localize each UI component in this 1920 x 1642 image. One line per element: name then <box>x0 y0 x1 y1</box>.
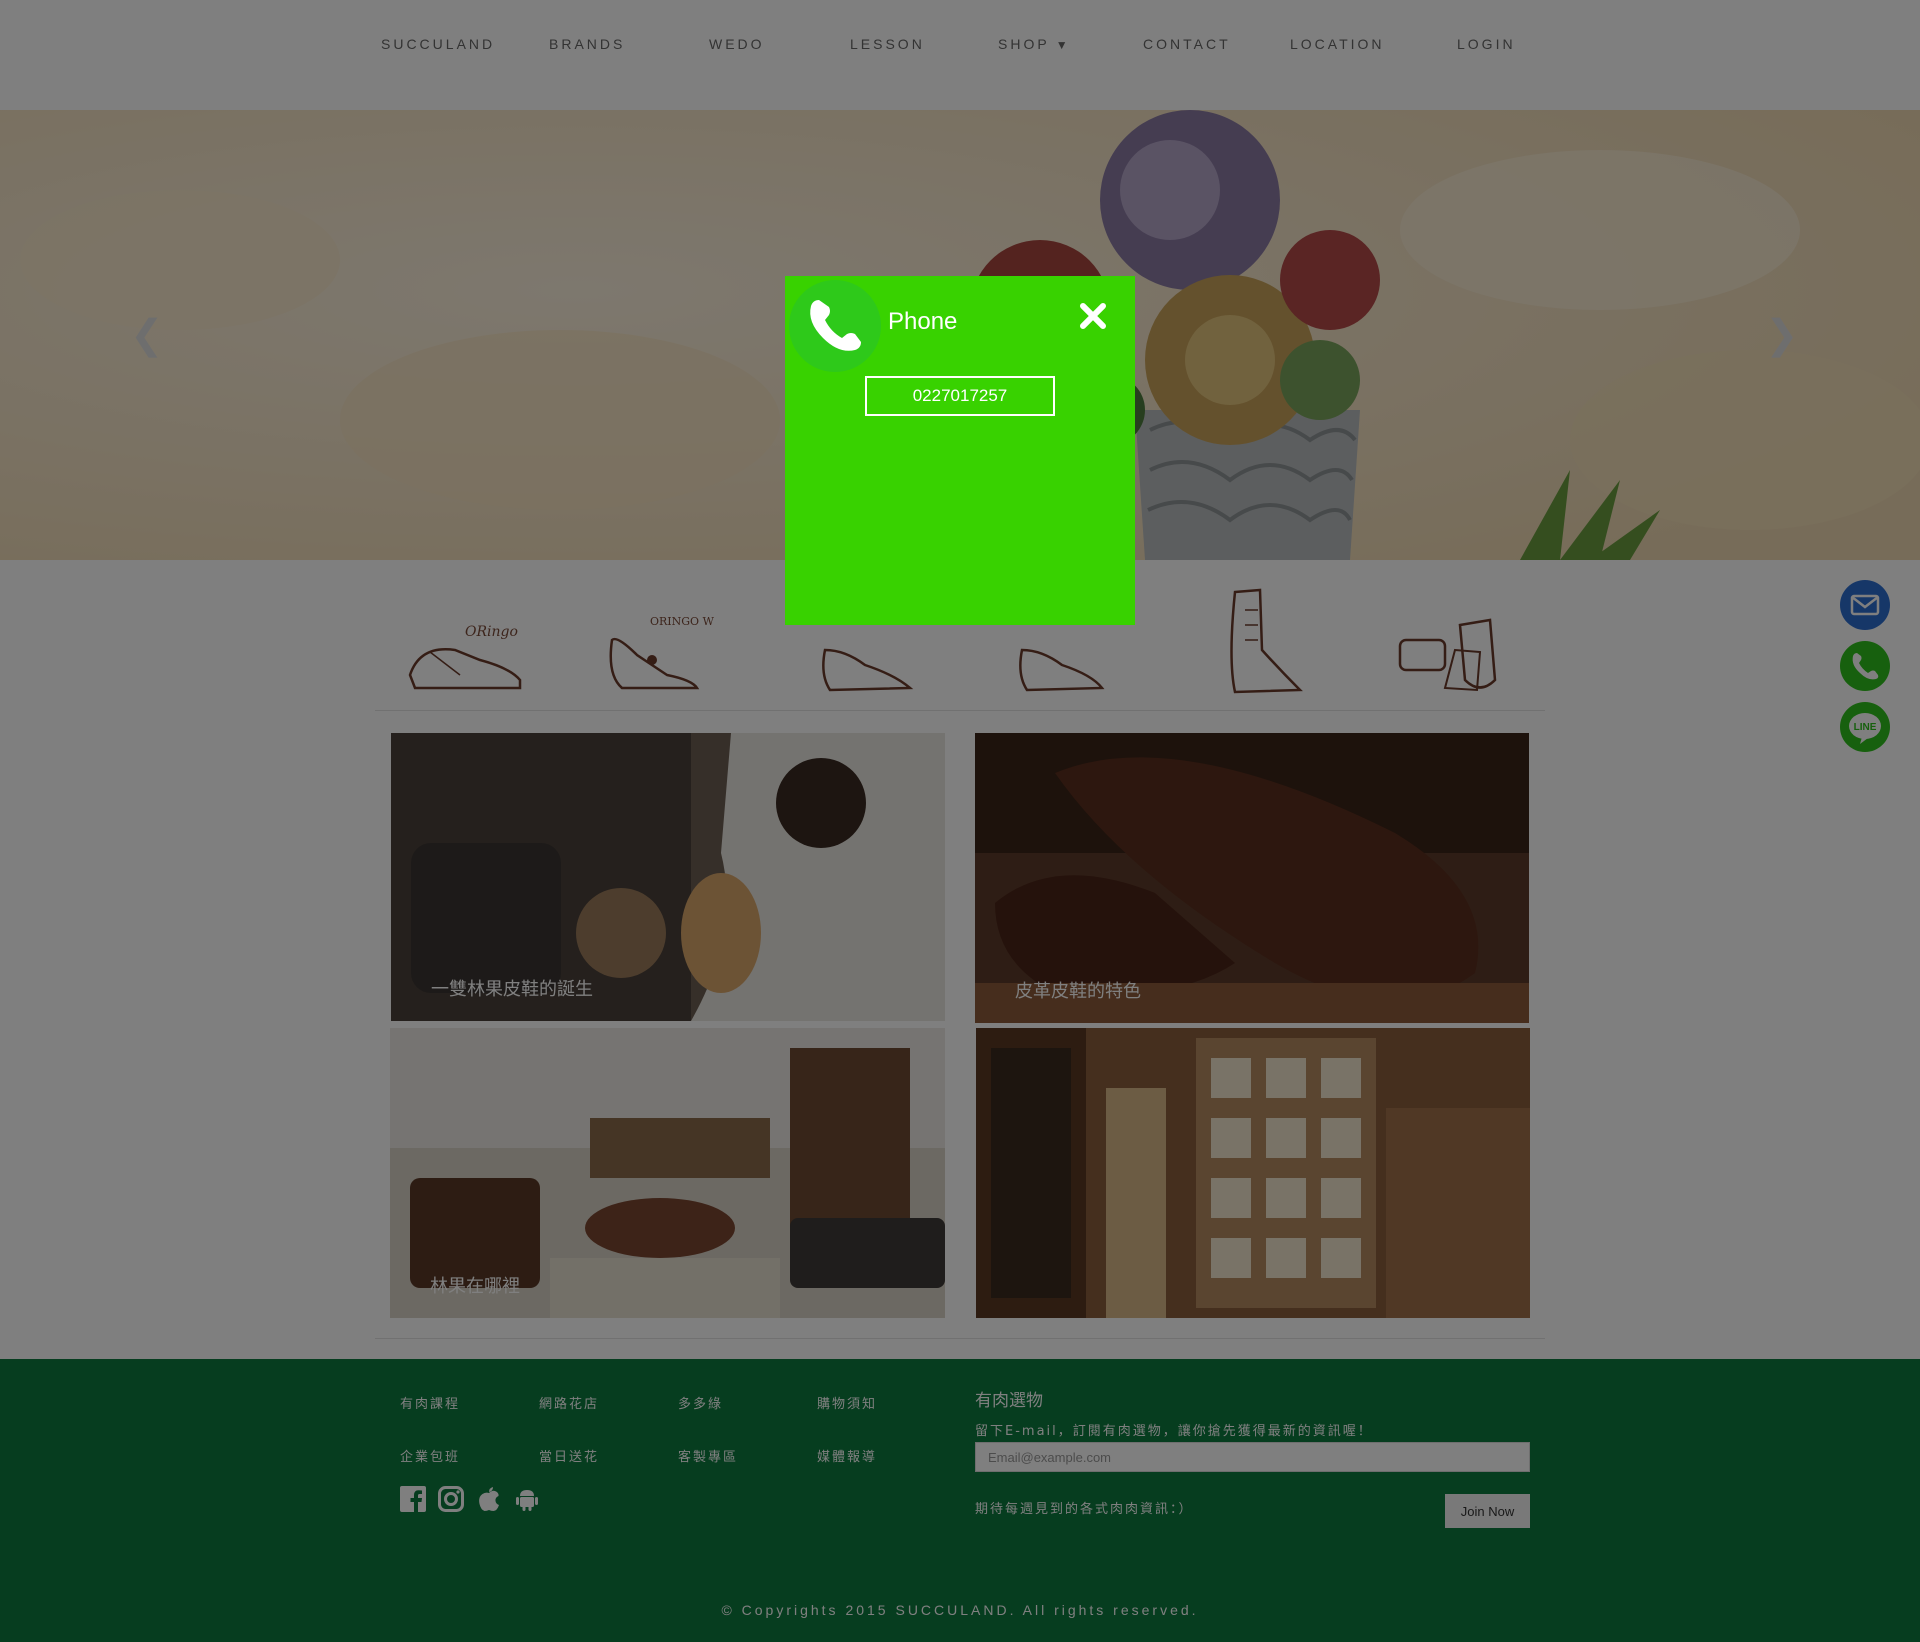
phone-icon <box>810 300 861 351</box>
phone-modal: Phone 0227017257 <box>785 276 1135 625</box>
phone-icon-badge <box>789 280 881 372</box>
close-icon[interactable] <box>1077 300 1109 332</box>
modal-title: Phone <box>888 308 958 335</box>
modal-overlay[interactable] <box>0 0 1920 1642</box>
phone-number-button[interactable]: 0227017257 <box>865 376 1055 416</box>
